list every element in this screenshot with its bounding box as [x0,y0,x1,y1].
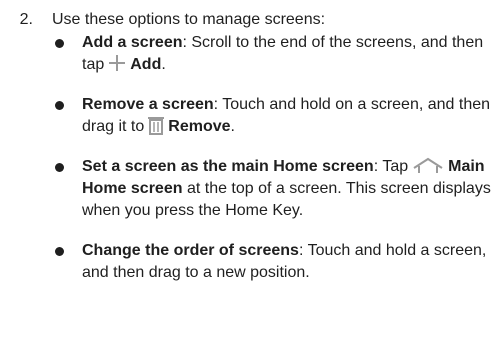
bullet-icon [55,163,64,172]
step-number: 2. [19,11,33,28]
step-heading: 2. Use these options to manage screens: [0,8,500,32]
bullet-icon [55,247,64,256]
option-remove-screen: Remove a screen: Touch and hold on a scr… [0,94,500,138]
instruction-page: 2. Use these options to manage screens: … [0,0,500,362]
option-separator: : [298,242,308,259]
ui-label-add: Add [130,56,162,73]
bullet-icon [55,39,64,48]
plus-icon [107,53,127,73]
option-title: Set a screen as the main Home screen [82,158,374,175]
options-list: Add a screen: Scroll to the end of the s… [0,32,500,302]
bullet-icon [55,101,64,110]
option-title: Change the order of screens [82,242,299,259]
option-title: Remove a screen [82,96,214,113]
option-set-main-home: Set a screen as the main Home screen: Ta… [0,156,500,222]
option-change-order: Change the order of screens: Touch and h… [0,240,500,284]
trash-icon [147,115,165,135]
option-title: Add a screen [82,34,183,51]
step-text: Use these options to manage screens: [52,11,326,28]
step-2: 2. Use these options to manage screens: [0,8,500,32]
option-separator: : [213,96,223,113]
ui-label-remove: Remove [168,118,231,135]
option-add-screen: Add a screen: Scroll to the end of the s… [0,32,500,76]
home-icon [411,156,445,174]
option-text: Tap [382,158,409,175]
option-text-after: . [230,118,235,135]
option-text-after: . [161,56,166,73]
